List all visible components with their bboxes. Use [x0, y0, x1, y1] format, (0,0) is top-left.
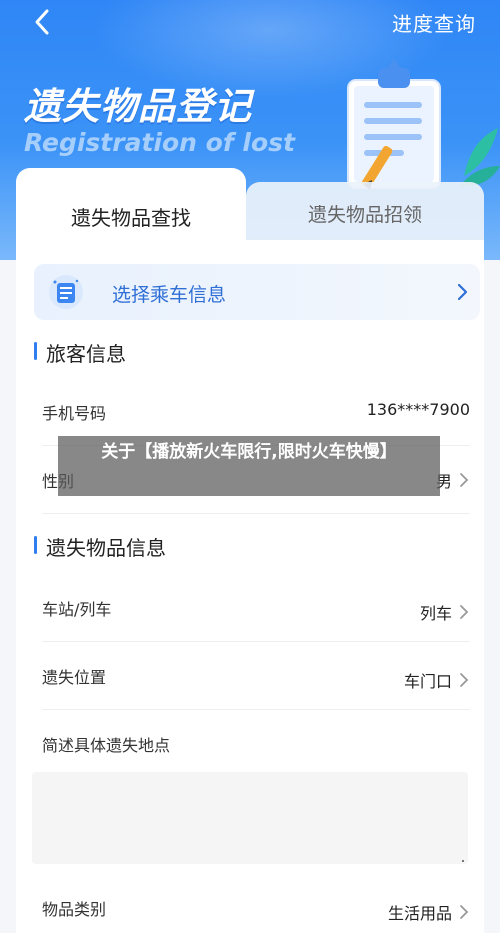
phone-number-text: 136****7900 [366, 400, 470, 419]
item-category-value[interactable]: 生活用品 [388, 900, 470, 924]
chevron-right-icon [458, 671, 470, 689]
item-category-row[interactable]: 物品类别 生活用品 [42, 874, 470, 933]
lost-location-text: 车门口 [403, 672, 452, 691]
chevron-right-icon [458, 603, 470, 621]
item-category-text: 生活用品 [387, 904, 452, 923]
caption-overlay: 关于【播放新火车限行,限时火车快慢】 [58, 436, 440, 496]
passenger-info-heading: 旅客信息 [34, 338, 126, 367]
station-train-value[interactable]: 列车 [420, 600, 470, 624]
form-card: 选择乘车信息 旅客信息 手机号码 136****7900 性别 男 遗失物品信息… [16, 240, 484, 933]
station-train-label: 车站/列车 [42, 600, 112, 619]
select-trip-info-button[interactable]: 选择乘车信息 [34, 264, 480, 320]
lost-location-value[interactable]: 车门口 [404, 668, 470, 692]
lost-location-label: 遗失位置 [42, 668, 107, 687]
chevron-right-icon [457, 283, 468, 301]
chevron-right-icon [458, 471, 470, 489]
phone-number-label: 手机号码 [42, 404, 107, 423]
chevron-left-icon [35, 9, 49, 35]
tab-lost-item-claim[interactable]: 遗失物品招领 [246, 182, 484, 244]
item-category-label: 物品类别 [42, 900, 107, 919]
station-train-row[interactable]: 车站/列车 列车 [42, 574, 470, 642]
lost-location-row[interactable]: 遗失位置 车门口 [42, 642, 470, 710]
page-subtitle: Registration of lost [24, 128, 295, 157]
location-description-label: 简述具体遗失地点 [42, 736, 171, 755]
page-title: 遗失物品登记 [24, 85, 252, 128]
chevron-right-icon [458, 903, 470, 921]
back-button[interactable] [26, 6, 58, 38]
station-train-text: 列车 [419, 604, 452, 623]
location-description-row: 简述具体遗失地点 [42, 710, 470, 778]
ticket-list-icon [49, 275, 83, 309]
resize-handle [462, 860, 464, 862]
lost-item-info-heading: 遗失物品信息 [34, 532, 166, 561]
gender-value[interactable]: 男 [436, 468, 470, 492]
location-description-textarea[interactable] [32, 772, 468, 864]
tab-bar: 遗失物品查找 遗失物品招领 [16, 168, 484, 258]
phone-number-value: 136****7900 [367, 400, 470, 419]
select-trip-info-label: 选择乘车信息 [112, 284, 227, 306]
progress-query-link[interactable]: 进度查询 [392, 8, 476, 37]
